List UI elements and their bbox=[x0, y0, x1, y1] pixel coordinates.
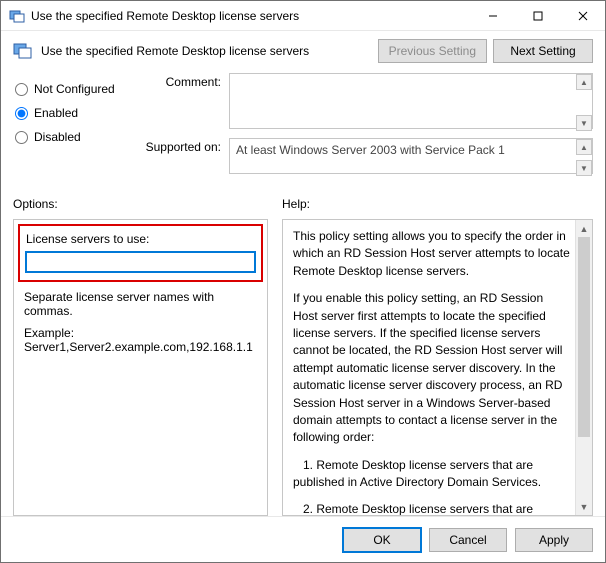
comment-label: Comment: bbox=[143, 73, 229, 89]
not-configured-label: Not Configured bbox=[34, 82, 115, 96]
ok-button[interactable]: OK bbox=[343, 528, 421, 552]
previous-setting-button[interactable]: Previous Setting bbox=[378, 39, 487, 63]
help-text: This policy setting allows you to specif… bbox=[293, 228, 582, 516]
help-panel: This policy setting allows you to specif… bbox=[282, 219, 593, 516]
disabled-label: Disabled bbox=[34, 130, 81, 144]
not-configured-radio[interactable] bbox=[15, 83, 28, 96]
supported-spin-down-button[interactable]: ▼ bbox=[576, 160, 592, 176]
options-hint-example: Example: Server1,Server2.example.com,192… bbox=[24, 326, 257, 354]
supported-row: Supported on: At least Windows Server 20… bbox=[143, 138, 593, 177]
comment-textarea[interactable] bbox=[229, 73, 593, 129]
help-column: Help: This policy setting allows you to … bbox=[282, 189, 593, 516]
not-configured-option[interactable]: Not Configured bbox=[13, 77, 143, 101]
minimize-button[interactable] bbox=[470, 1, 515, 30]
help-scrollbar[interactable]: ▲ ▼ bbox=[575, 220, 592, 515]
enabled-option[interactable]: Enabled bbox=[13, 101, 143, 125]
scroll-up-button[interactable]: ▲ bbox=[576, 220, 592, 237]
supported-spin-up-button[interactable]: ▲ bbox=[576, 139, 592, 155]
state-radio-group: Not Configured Enabled Disabled bbox=[13, 73, 143, 183]
options-heading: Options: bbox=[13, 197, 268, 211]
help-paragraph: This policy setting allows you to specif… bbox=[293, 228, 570, 280]
next-setting-button[interactable]: Next Setting bbox=[493, 39, 593, 63]
main-area: Options: License servers to use: Separat… bbox=[1, 189, 605, 516]
policy-name: Use the specified Remote Desktop license… bbox=[41, 44, 372, 58]
dialog-footer: OK Cancel Apply bbox=[1, 516, 605, 562]
policy-icon bbox=[13, 41, 33, 61]
group-policy-dialog: Use the specified Remote Desktop license… bbox=[0, 0, 606, 563]
comment-spinner: ▲ ▼ bbox=[576, 74, 592, 131]
scroll-thumb[interactable] bbox=[578, 237, 590, 437]
options-panel: License servers to use: Separate license… bbox=[13, 219, 268, 516]
supported-textarea: At least Windows Server 2003 with Servic… bbox=[229, 138, 593, 174]
highlight-box: License servers to use: bbox=[18, 224, 263, 282]
license-servers-label: License servers to use: bbox=[26, 232, 255, 246]
maximize-button[interactable] bbox=[515, 1, 560, 30]
window-controls bbox=[470, 1, 605, 30]
disabled-radio[interactable] bbox=[15, 131, 28, 144]
help-paragraph: 1. Remote Desktop license servers that a… bbox=[293, 457, 570, 492]
titlebar: Use the specified Remote Desktop license… bbox=[1, 1, 605, 31]
enabled-label: Enabled bbox=[34, 106, 78, 120]
cancel-button[interactable]: Cancel bbox=[429, 528, 507, 552]
disabled-option[interactable]: Disabled bbox=[13, 125, 143, 149]
options-hint-separate: Separate license server names with comma… bbox=[24, 290, 257, 318]
scroll-down-button[interactable]: ▼ bbox=[576, 498, 592, 515]
close-button[interactable] bbox=[560, 1, 605, 30]
comment-row: Comment: ▲ ▼ bbox=[143, 73, 593, 132]
help-paragraph: 2. Remote Desktop license servers that a… bbox=[293, 501, 570, 516]
license-servers-input[interactable] bbox=[26, 252, 255, 272]
supported-spinner: ▲ ▼ bbox=[576, 139, 592, 176]
options-column: Options: License servers to use: Separat… bbox=[13, 189, 268, 516]
app-icon bbox=[9, 8, 25, 24]
policy-header: Use the specified Remote Desktop license… bbox=[1, 31, 605, 71]
comment-spin-up-button[interactable]: ▲ bbox=[576, 74, 592, 90]
fields-column: Comment: ▲ ▼ Supported on: At least Wind… bbox=[143, 73, 593, 183]
supported-label: Supported on: bbox=[143, 138, 229, 154]
window-title: Use the specified Remote Desktop license… bbox=[31, 9, 470, 23]
apply-button[interactable]: Apply bbox=[515, 528, 593, 552]
comment-spin-down-button[interactable]: ▼ bbox=[576, 115, 592, 131]
configuration-area: Not Configured Enabled Disabled Comment:… bbox=[1, 71, 605, 189]
enabled-radio[interactable] bbox=[15, 107, 28, 120]
help-paragraph: If you enable this policy setting, an RD… bbox=[293, 290, 570, 447]
help-heading: Help: bbox=[282, 197, 593, 211]
